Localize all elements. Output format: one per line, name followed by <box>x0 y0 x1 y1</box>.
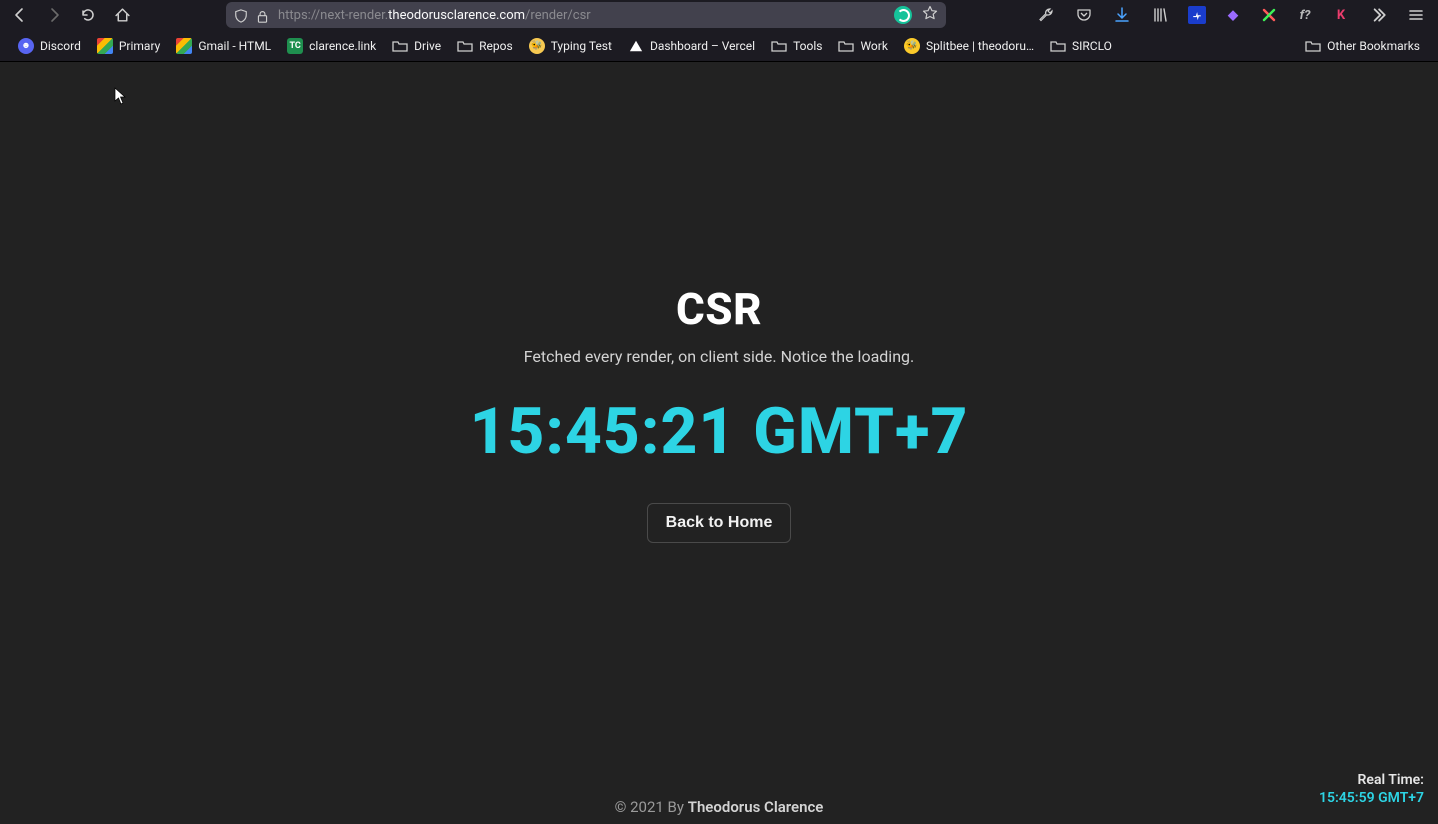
home-button[interactable] <box>112 5 132 25</box>
footer-author[interactable]: Theodorus Clarence <box>688 798 824 816</box>
menu-icon[interactable] <box>1406 5 1426 25</box>
bookmark-label: SIRCLO <box>1072 39 1112 53</box>
folder-icon <box>838 38 854 54</box>
realtime-label: Real Time: <box>1319 772 1424 788</box>
bookmark-label: Tools <box>793 39 822 53</box>
overflow-icon[interactable] <box>1368 5 1388 25</box>
bookmark-clarence-link[interactable]: TC clarence.link <box>281 34 382 58</box>
bookmark-label: Splitbee | theodoru… <box>926 39 1034 53</box>
reload-button[interactable] <box>78 5 98 25</box>
page-subtitle: Fetched every render, on client side. No… <box>524 347 914 366</box>
bookmark-label: Other Bookmarks <box>1327 39 1420 53</box>
bookmark-typing-test[interactable]: 🐝 Typing Test <box>523 34 618 58</box>
url-bar[interactable]: https://next-render.theodorusclarence.co… <box>226 2 946 28</box>
browser-toolbar: https://next-render.theodorusclarence.co… <box>0 0 1438 30</box>
extension-purple-icon[interactable]: ◆ <box>1224 6 1242 24</box>
react-devtools-icon[interactable] <box>1188 6 1206 24</box>
back-button[interactable] <box>10 5 30 25</box>
bookmark-star-icon[interactable] <box>922 5 938 25</box>
mouse-cursor-icon <box>114 87 128 105</box>
gmail-icon <box>97 38 113 54</box>
grammarly-icon[interactable] <box>894 6 912 24</box>
bookmark-primary[interactable]: Primary <box>91 34 166 58</box>
extension-cross-icon[interactable] <box>1260 6 1278 24</box>
wrench-icon[interactable] <box>1036 5 1056 25</box>
bookmark-label: Work <box>860 39 887 53</box>
fetched-time: 15:45:21 GMT+7 <box>470 394 969 469</box>
other-bookmarks[interactable]: Other Bookmarks <box>1299 34 1426 58</box>
bookmark-gmail-html[interactable]: Gmail - HTML <box>170 34 277 58</box>
pocket-icon[interactable] <box>1074 5 1094 25</box>
discord-icon: ☻ <box>18 38 34 54</box>
toolbar-extensions: ◆ f? K <box>1036 5 1426 25</box>
splitbee-icon: 🐝 <box>904 38 920 54</box>
folder-icon <box>392 38 408 54</box>
bookmark-discord[interactable]: ☻ Discord <box>12 34 87 58</box>
gmail-icon <box>176 38 192 54</box>
footer-prefix: © 2021 By <box>615 798 688 816</box>
bookmark-vercel[interactable]: Dashboard – Vercel <box>622 34 761 58</box>
bookmark-sirclo[interactable]: SIRCLO <box>1044 34 1118 58</box>
page-content: CSR Fetched every render, on client side… <box>0 62 1438 824</box>
tc-icon: TC <box>287 38 303 54</box>
bookmarks-bar: ☻ Discord Primary Gmail - HTML TC claren… <box>0 30 1438 62</box>
bookmark-label: Typing Test <box>551 39 612 53</box>
bookmark-repos[interactable]: Repos <box>451 34 519 58</box>
folder-icon <box>1305 38 1321 54</box>
forward-button[interactable] <box>44 5 64 25</box>
extension-k-icon[interactable]: K <box>1332 6 1350 24</box>
back-to-home-button[interactable]: Back to Home <box>647 503 792 543</box>
library-icon[interactable] <box>1150 5 1170 25</box>
bookmark-work[interactable]: Work <box>832 34 893 58</box>
page-footer: © 2021 By Theodorus Clarence <box>0 798 1438 816</box>
typing-icon: 🐝 <box>529 38 545 54</box>
bookmark-label: clarence.link <box>309 39 376 53</box>
url-text: https://next-render.theodorusclarence.co… <box>278 8 886 23</box>
bookmark-label: Dashboard – Vercel <box>650 39 755 53</box>
realtime-value: 15:45:59 GMT+7 <box>1319 790 1424 806</box>
realtime-widget: Real Time: 15:45:59 GMT+7 <box>1319 772 1424 806</box>
vercel-icon <box>628 38 644 54</box>
bookmark-tools[interactable]: Tools <box>765 34 828 58</box>
bookmark-label: Repos <box>479 39 513 53</box>
folder-icon <box>771 38 787 54</box>
bookmark-label: Primary <box>119 39 160 53</box>
folder-icon <box>457 38 473 54</box>
bookmark-splitbee[interactable]: 🐝 Splitbee | theodoru… <box>898 34 1040 58</box>
shield-icon <box>234 8 248 22</box>
downloads-icon[interactable] <box>1112 5 1132 25</box>
extension-f-icon[interactable]: f? <box>1296 6 1314 24</box>
bookmark-drive[interactable]: Drive <box>386 34 447 58</box>
folder-icon <box>1050 38 1066 54</box>
bookmark-label: Discord <box>40 39 81 53</box>
bookmark-label: Drive <box>414 39 441 53</box>
lock-icon <box>256 8 270 22</box>
bookmark-label: Gmail - HTML <box>198 39 271 53</box>
page-title: CSR <box>676 283 762 335</box>
